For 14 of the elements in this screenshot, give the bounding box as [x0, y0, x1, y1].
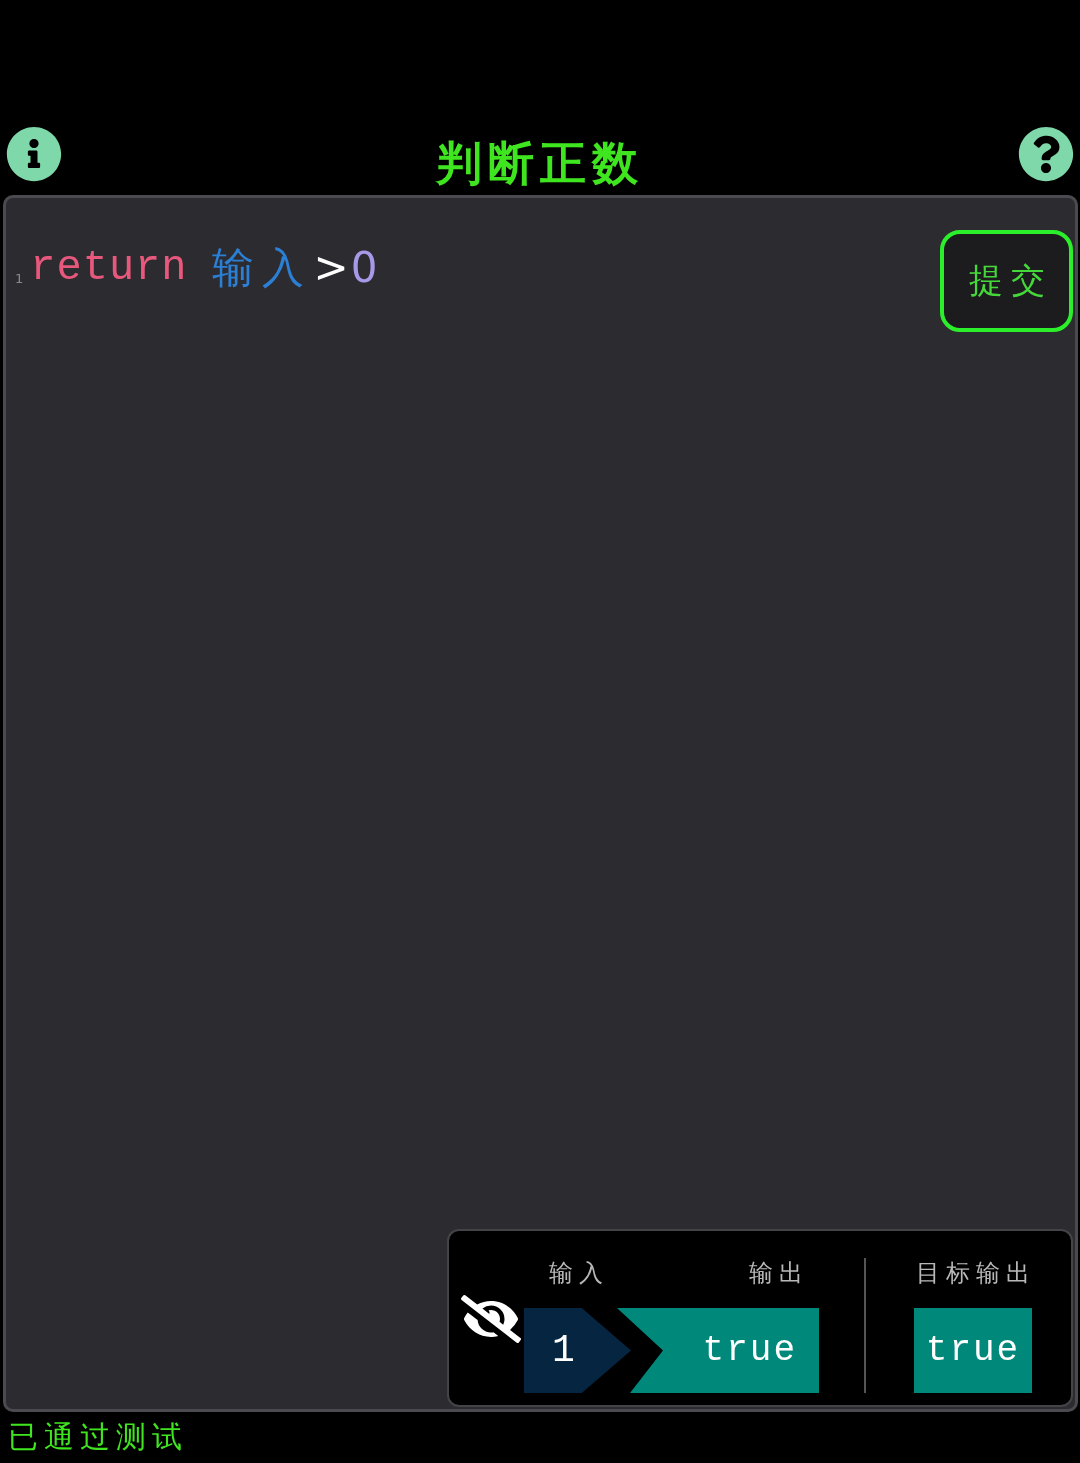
code-line: return 输入>0	[30, 242, 378, 294]
target-output-label: 目标输出	[916, 1258, 1036, 1288]
code-editor[interactable]: 1 return 输入>0 提交 输入 输出 1 true 目标输出 true	[3, 195, 1078, 1412]
target-output-value: true	[914, 1308, 1032, 1393]
input-value: 1	[524, 1308, 631, 1393]
input-label: 输入	[549, 1258, 609, 1288]
info-icon[interactable]	[6, 126, 62, 182]
status-text: 已通过测试	[8, 1418, 188, 1456]
output-label: 输出	[749, 1258, 809, 1288]
help-icon[interactable]	[1018, 126, 1074, 182]
submit-button[interactable]: 提交	[940, 230, 1073, 332]
page-title: 判断正数	[436, 135, 644, 191]
line-number: 1	[15, 271, 24, 286]
output-value: true	[617, 1308, 819, 1393]
